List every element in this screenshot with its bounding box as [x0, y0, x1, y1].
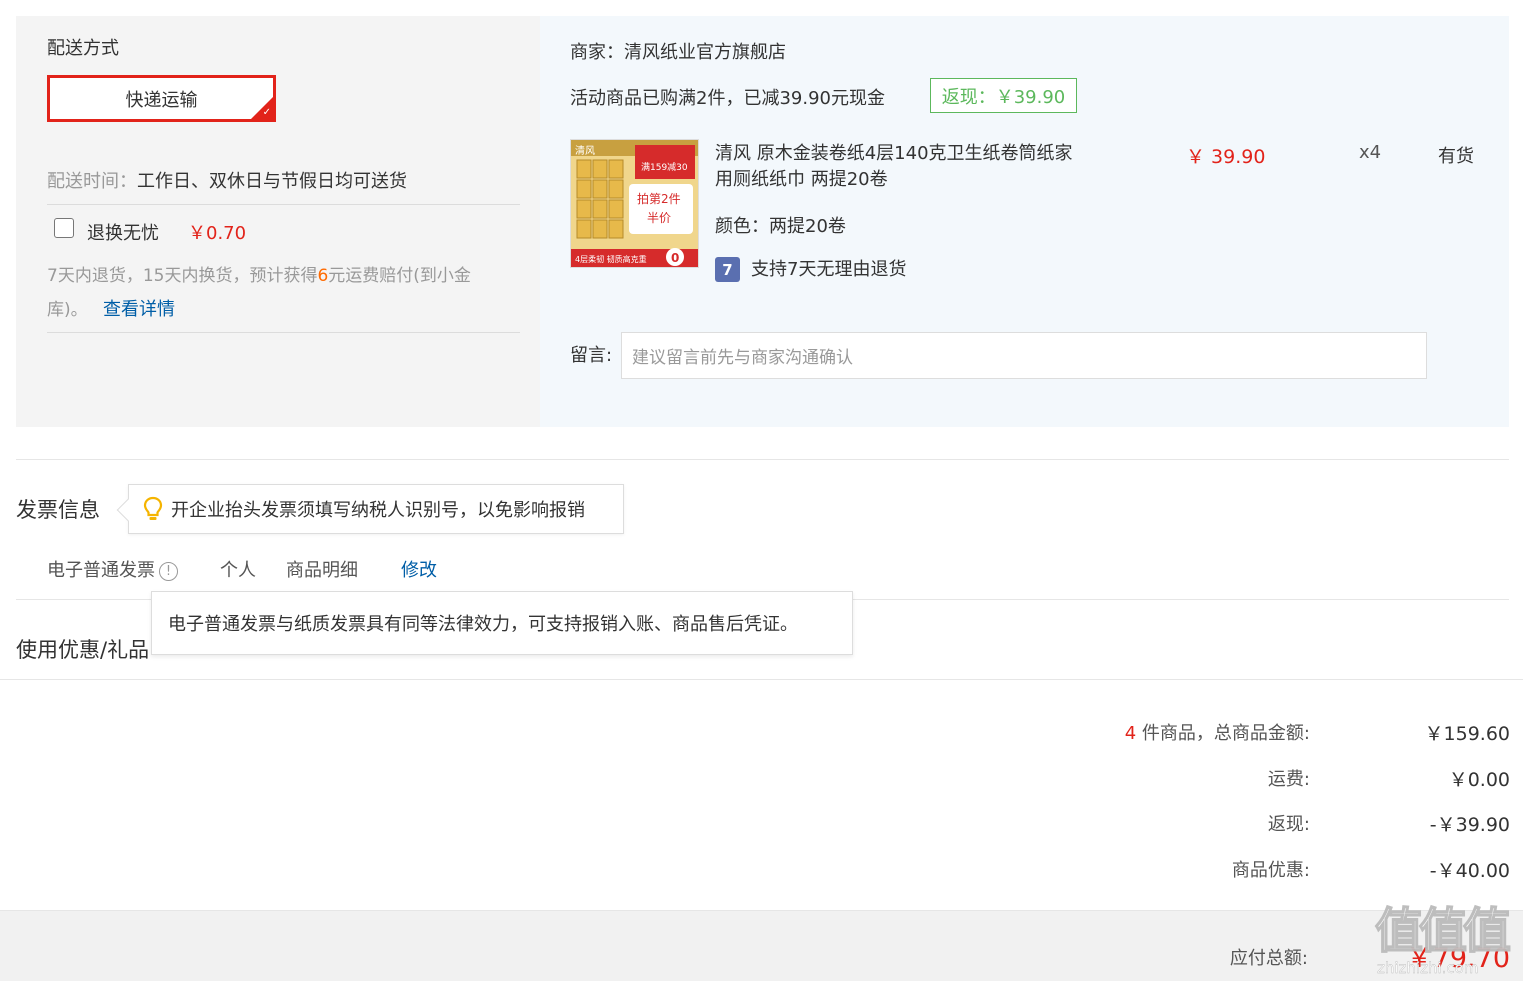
express-delivery-label: 快递运输 — [125, 89, 198, 111]
insurance-checkbox[interactable] — [54, 218, 74, 238]
insurance-desc-highlight: 6 — [317, 266, 329, 286]
shipping-value: ￥0.00 — [1448, 769, 1510, 791]
insurance-label: 退换无忧 — [87, 223, 159, 244]
cashback-label: 返现: — [1267, 814, 1310, 835]
invoice-section-title: 发票信息 — [16, 498, 100, 522]
product-image-brand: 清风 — [575, 144, 595, 157]
invoice-content: 商品明细 — [286, 560, 358, 581]
discount-value: -￥40.00 — [1429, 860, 1510, 882]
product-title[interactable]: 清风 原木金装卷纸4层140克卫生纸卷筒纸家 用厕纸纸巾 两提20卷 — [715, 141, 1073, 193]
insurance-description: 7天内退货，15天内换货，预计获得6元运费赔付(到小金 — [47, 261, 471, 286]
cashback-badge: 返现：￥39.90 — [930, 78, 1077, 113]
info-icon[interactable]: ! — [159, 561, 178, 581]
shipping-label: 运费: — [1267, 769, 1310, 790]
note-placeholder: 建议留言前先与商家沟通确认 — [632, 348, 853, 368]
divider — [47, 204, 520, 205]
tooltip-arrow — [116, 498, 140, 522]
site-watermark: 值 值 值 zhizhizhi.com — [1374, 902, 1512, 977]
section-divider — [16, 459, 1509, 460]
product-title-line2: 用厕纸纸巾 两提20卷 — [715, 169, 888, 190]
invoice-tip-tooltip: 开企业抬头发票须填写纳税人识别号，以免影响报销 — [116, 484, 624, 534]
seven-day-return-icon: 7 — [715, 257, 740, 282]
product-image-promo: 满159减30 — [641, 161, 688, 173]
watermark-site: zhizhizhi.com — [1377, 959, 1478, 977]
product-title-line1: 清风 原木金装卷纸4层140克卫生纸卷筒纸家 — [715, 143, 1073, 164]
delivery-time: 配送时间：工作日、双休日与节假日均可送货 — [47, 167, 407, 193]
invoice-type-label: 电子普通发票 — [47, 560, 155, 581]
product-image-graphic: 清风 满159减30 拍第2件 半价 4层柔韧 韧质高克重 0 — [571, 140, 698, 267]
watermark-logo-1: 值 — [1375, 903, 1423, 959]
insurance-desc-text: 7天内退货，15天内换货，预计获得 — [47, 266, 318, 286]
check-icon: ✓ — [262, 107, 271, 118]
product-color: 颜色：两提20卷 — [715, 216, 846, 237]
invoice-info-tooltip-text: 电子普通发票与纸质发票具有同等法律效力，可支持报销入账、商品售后凭证。 — [168, 614, 798, 635]
item-count: 4 — [1124, 723, 1137, 744]
total-label: 应付总额: — [1229, 948, 1308, 969]
product-image-headline-1: 拍第2件 — [637, 191, 681, 206]
express-delivery-button[interactable]: 快递运输 ✓ — [47, 75, 276, 122]
items-total-label: 4 件商品，总商品金额: — [1125, 719, 1310, 745]
invoice-tip-text: 开企业抬头发票须填写纳税人识别号，以免影响报销 — [171, 500, 585, 521]
promo-text: 活动商品已购满2件，已减39.90元现金 — [570, 88, 885, 109]
return-policy: 支持7天无理由退货 — [751, 259, 907, 280]
items-total-value: ￥159.60 — [1424, 723, 1510, 745]
coupons-section-title[interactable]: 使用优惠/礼品 — [16, 634, 149, 664]
invoice-modify-link[interactable]: 修改 — [401, 556, 437, 582]
product-image-headline-2: 半价 — [647, 211, 671, 225]
section-divider — [0, 679, 1523, 680]
invoice-type: 电子普通发票! — [47, 556, 178, 582]
merchant-name: 商家：清风纸业官方旗舰店 — [570, 42, 786, 63]
insurance-desc-text-3: 库)。 — [47, 300, 88, 320]
watermark-logo-2: 值 — [1419, 903, 1467, 959]
insurance-price: ￥0.70 — [188, 223, 247, 244]
cashback-value: -￥39.90 — [1429, 814, 1510, 836]
delivery-time-label: 配送时间： — [47, 171, 137, 192]
divider — [47, 332, 520, 333]
invoice-info-tooltip: 电子普通发票与纸质发票具有同等法律效力，可支持报销入账、商品售后凭证。 — [151, 591, 853, 655]
stock-status: 有货 — [1438, 146, 1474, 167]
view-details-link[interactable]: 查看详情 — [103, 299, 175, 320]
watermark-logo-3: 值 — [1463, 903, 1511, 959]
delivery-time-value: 工作日、双休日与节假日均可送货 — [137, 171, 407, 192]
discount-label: 商品优惠: — [1231, 860, 1310, 881]
lightbulb-icon — [143, 496, 163, 520]
note-input[interactable]: 建议留言前先与商家沟通确认 — [621, 332, 1427, 379]
product-image[interactable]: 清风 满159减30 拍第2件 半价 4层柔韧 韧质高克重 0 — [570, 139, 699, 268]
insurance-desc-text-2: 元运费赔付(到小金 — [328, 266, 471, 286]
note-label: 留言: — [570, 345, 613, 366]
insurance-description-line2: 库)。 查看详情 — [47, 295, 175, 321]
product-image-footer: 4层柔韧 韧质高克重 — [575, 254, 647, 264]
invoice-title-type: 个人 — [220, 560, 256, 581]
product-image-coupon: 0 — [671, 251, 679, 265]
items-label-text: 件商品，总商品金额: — [1136, 723, 1310, 744]
delivery-title: 配送方式 — [47, 38, 119, 59]
product-price: ￥ 39.90 — [1186, 146, 1266, 168]
product-quantity: x4 — [1359, 142, 1382, 163]
